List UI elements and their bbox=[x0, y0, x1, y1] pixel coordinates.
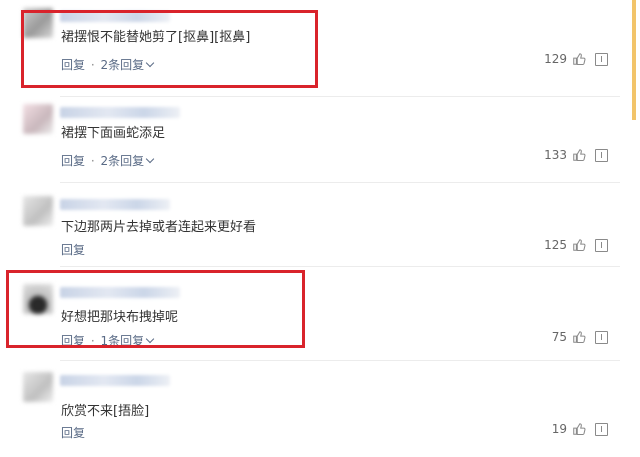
username-blurred[interactable] bbox=[60, 375, 170, 386]
avatar[interactable] bbox=[23, 196, 53, 226]
thumbs-up-icon[interactable] bbox=[572, 330, 586, 344]
like-area: 75 bbox=[552, 330, 608, 344]
highlight-box bbox=[6, 270, 305, 348]
report-icon[interactable] bbox=[595, 238, 608, 252]
like-area: 129 bbox=[544, 52, 608, 66]
page-edge-accent bbox=[632, 0, 636, 120]
thumbs-up-icon[interactable] bbox=[572, 238, 586, 252]
like-count: 133 bbox=[544, 148, 567, 162]
like-count: 125 bbox=[544, 238, 567, 252]
like-count: 19 bbox=[551, 422, 567, 436]
comment-item: 下边那两片去掉或者连起来更好看 回复 125 bbox=[0, 196, 630, 266]
like-count: 129 bbox=[544, 52, 567, 66]
like-area: 133 bbox=[544, 148, 608, 162]
comment-text: 欣赏不来[捂脸] bbox=[61, 404, 150, 419]
avatar[interactable] bbox=[23, 372, 53, 402]
divider bbox=[60, 266, 620, 267]
separator: · bbox=[90, 154, 95, 168]
report-icon[interactable] bbox=[595, 330, 608, 344]
divider bbox=[60, 96, 620, 97]
avatar[interactable] bbox=[23, 104, 53, 134]
like-area: 19 bbox=[552, 422, 608, 436]
username-blurred[interactable] bbox=[60, 199, 170, 210]
comment-text: 裙摆下面画蛇添足 bbox=[61, 126, 166, 141]
divider bbox=[60, 182, 620, 183]
thumbs-up-icon[interactable] bbox=[572, 52, 586, 66]
comment-item: 欣赏不来[捂脸] 回复 19 bbox=[0, 372, 630, 452]
reply-row: 回复 · 2条回复 bbox=[61, 152, 155, 169]
like-area: 125 bbox=[544, 238, 608, 252]
report-icon[interactable] bbox=[595, 148, 608, 162]
view-replies-link[interactable]: 2条回复 bbox=[101, 154, 145, 168]
report-icon[interactable] bbox=[595, 422, 608, 436]
reply-row: 回复 bbox=[61, 424, 85, 441]
reply-button[interactable]: 回复 bbox=[61, 154, 85, 168]
comment-text: 下边那两片去掉或者连起来更好看 bbox=[61, 220, 257, 235]
divider bbox=[60, 360, 620, 361]
reply-button[interactable]: 回复 bbox=[61, 243, 85, 257]
reply-row: 回复 bbox=[61, 241, 85, 258]
chevron-down-icon[interactable] bbox=[145, 154, 155, 164]
thumbs-up-icon[interactable] bbox=[572, 148, 586, 162]
username-blurred[interactable] bbox=[60, 107, 180, 118]
report-icon[interactable] bbox=[595, 52, 608, 66]
like-count: 75 bbox=[551, 330, 567, 344]
highlight-box bbox=[21, 10, 318, 88]
comment-item: 裙摆下面画蛇添足 回复 · 2条回复 133 bbox=[0, 104, 630, 184]
thumbs-up-icon[interactable] bbox=[572, 422, 586, 436]
reply-button[interactable]: 回复 bbox=[61, 426, 85, 440]
